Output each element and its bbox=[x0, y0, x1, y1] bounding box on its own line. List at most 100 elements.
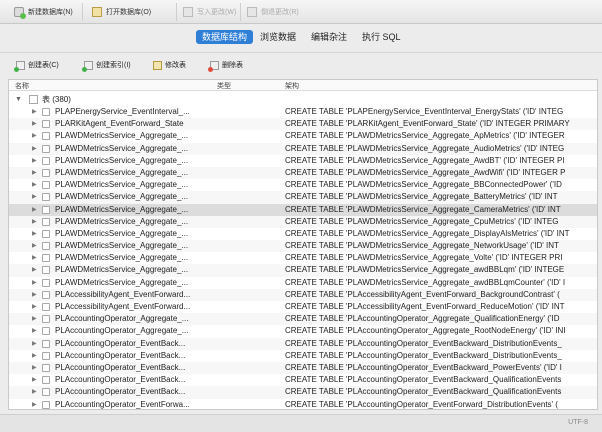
column-header-name[interactable]: 名称 bbox=[15, 81, 29, 91]
expand-triangle-icon[interactable]: ▶ bbox=[32, 240, 37, 252]
table-row[interactable]: ▶ PLAccessibilityAgent_EventForward... CRE… bbox=[9, 288, 597, 301]
tab-edit-pragmas[interactable]: 编辑杂注 bbox=[305, 30, 353, 44]
expand-triangle-icon[interactable]: ▶ bbox=[32, 204, 37, 216]
expand-triangle-icon[interactable]: ▶ bbox=[32, 130, 37, 142]
table-row[interactable]: ▶ PLAWDMetricsService_Aggregate_... CREATE… bbox=[9, 228, 597, 240]
table-row[interactable]: ▶ PLAccountingOperator_EventBack... CREATE… bbox=[9, 386, 597, 399]
table-row[interactable]: ▶ PLAccountingOperator_Aggregate_... CREAT… bbox=[9, 313, 597, 326]
checkbox-icon[interactable] bbox=[42, 290, 50, 299]
table-name: PLAWDMetricsService_Aggregate_... bbox=[55, 167, 189, 177]
checkbox-icon[interactable] bbox=[42, 339, 50, 348]
checkbox-icon[interactable] bbox=[42, 242, 50, 251]
expand-triangle-icon[interactable]: ▶ bbox=[32, 399, 37, 410]
table-row[interactable]: ▶ PLAWDMetricsService_Aggregate_... CREATE… bbox=[9, 203, 597, 216]
expand-triangle-icon[interactable]: ▶ bbox=[32, 252, 37, 264]
write-changes-button[interactable]: 写入更改(W) bbox=[183, 4, 236, 20]
table-schema: CREATE TABLE 'PLAWDMetricsService_Aggreg… bbox=[285, 192, 558, 202]
table-row[interactable]: ▶ PLAccountingOperator_EventBack... CREATE… bbox=[9, 361, 597, 375]
table-row[interactable]: ▶ PLAccountingOperator_EventForwa... CREAT… bbox=[9, 399, 597, 410]
checkbox-icon[interactable] bbox=[42, 217, 50, 226]
checkbox-icon[interactable] bbox=[42, 156, 50, 165]
expand-triangle-icon[interactable]: ▶ bbox=[32, 374, 37, 386]
expand-triangle-icon[interactable]: ▶ bbox=[32, 216, 37, 228]
checkbox-icon[interactable] bbox=[42, 376, 50, 385]
table-schema: CREATE TABLE 'PLAWDMetricsService_Aggreg… bbox=[285, 253, 563, 263]
expand-triangle-icon[interactable]: ▶ bbox=[32, 362, 37, 374]
expand-triangle-icon[interactable]: ▶ bbox=[32, 325, 37, 337]
expand-triangle-icon[interactable]: ▶ bbox=[32, 350, 37, 362]
checkbox-icon[interactable] bbox=[42, 168, 50, 177]
checkbox-icon[interactable] bbox=[42, 363, 50, 372]
new-database-button[interactable]: 新建数据库(N) bbox=[14, 4, 73, 20]
checkbox-icon[interactable] bbox=[42, 278, 50, 287]
table-row[interactable]: ▶ PLAWDMetricsService_Aggregate_... CREATE… bbox=[9, 130, 597, 142]
table-row[interactable]: ▶ PLAWDMetricsService_Aggregate_... CREATE… bbox=[9, 252, 597, 264]
table-schema: CREATE TABLE 'PLAWDMetricsService_Aggreg… bbox=[285, 180, 562, 190]
tab-execute-sql[interactable]: 执行 SQL bbox=[356, 30, 407, 44]
tab-database-structure[interactable]: 数据库结构 bbox=[196, 30, 254, 44]
expand-triangle-icon[interactable]: ▶ bbox=[32, 155, 37, 167]
modify-table-button[interactable]: 修改表 bbox=[153, 58, 186, 72]
tree-root-tables[interactable]: ▼ 表 (380) bbox=[9, 93, 597, 106]
table-row[interactable]: ▶ PLAccountingOperator_Aggregate_... CREAT… bbox=[9, 325, 597, 337]
column-header-schema[interactable]: 架构 bbox=[285, 81, 299, 91]
table-row[interactable]: ▶ PLAWDMetricsService_Aggregate_... CREATE… bbox=[9, 166, 597, 180]
expand-triangle-icon[interactable]: ▶ bbox=[32, 386, 37, 398]
schema-tree-panel[interactable]: 名称 类型 架构 ▼ 表 (380) ▶ PLAPEnergyService_Ev… bbox=[8, 79, 598, 410]
expand-triangle-icon[interactable]: ▶ bbox=[32, 118, 37, 130]
checkbox-icon[interactable] bbox=[42, 144, 50, 153]
create-table-button[interactable]: 创建表(C) bbox=[14, 58, 59, 72]
checkbox-icon[interactable] bbox=[42, 315, 50, 324]
checkbox-icon[interactable] bbox=[42, 132, 50, 141]
checkbox-icon[interactable] bbox=[42, 388, 50, 397]
table-row[interactable]: ▶ PLARKitAgent_EventForward_State CREATE T… bbox=[9, 118, 597, 131]
checkbox-icon[interactable] bbox=[42, 303, 50, 311]
table-row[interactable]: ▶ PLAWDMetricsService_Aggregate_... CREATE… bbox=[9, 179, 597, 191]
table-row[interactable]: ▶ PLAWDMetricsService_Aggregate_... CREATE… bbox=[9, 264, 597, 277]
expand-triangle-icon[interactable]: ▶ bbox=[32, 277, 37, 289]
table-row[interactable]: ▶ PLAWDMetricsService_Aggregate_... CREATE… bbox=[9, 240, 597, 253]
expand-triangle-icon[interactable]: ▶ bbox=[32, 228, 37, 240]
expand-triangle-icon[interactable]: ▶ bbox=[32, 264, 37, 276]
tree-root-label: 表 (380) bbox=[42, 95, 71, 104]
expand-triangle-icon[interactable]: ▶ bbox=[32, 289, 37, 301]
checkbox-icon[interactable] bbox=[42, 400, 50, 409]
checkbox-icon[interactable] bbox=[42, 181, 50, 190]
expand-triangle-icon[interactable]: ▶ bbox=[32, 179, 37, 191]
expand-triangle-icon[interactable]: ▶ bbox=[32, 338, 37, 350]
table-row[interactable]: ▶ PLAWDMetricsService_Aggregate_... CREATE… bbox=[9, 191, 597, 204]
expand-triangle-icon[interactable]: ▶ bbox=[32, 301, 37, 313]
table-schema: CREATE TABLE 'PLAccessibilityAgent_Event… bbox=[285, 302, 565, 311]
checkbox-icon[interactable] bbox=[42, 120, 50, 129]
table-row[interactable]: ▶ PLAWDMetricsService_Aggregate_... CREATE… bbox=[9, 277, 597, 289]
checkbox-icon[interactable] bbox=[42, 266, 50, 275]
checkbox-icon[interactable] bbox=[42, 193, 50, 202]
checkbox-icon[interactable] bbox=[42, 351, 50, 360]
expand-triangle-icon[interactable]: ▶ bbox=[32, 313, 37, 325]
table-row[interactable]: ▶ PLAWDMetricsService_Aggregate_... CREATE… bbox=[9, 155, 597, 167]
table-row[interactable]: ▶ PLAWDMetricsService_Aggregate_... CREATE… bbox=[9, 215, 597, 228]
expand-triangle-icon[interactable]: ▶ bbox=[32, 143, 37, 155]
expand-triangle-icon[interactable]: ▶ bbox=[32, 106, 37, 118]
delete-table-button[interactable]: 删除表 bbox=[208, 58, 243, 72]
checkbox-icon[interactable] bbox=[42, 205, 50, 214]
create-index-button[interactable]: 创建索引(I) bbox=[82, 58, 131, 72]
expand-triangle-icon[interactable]: ▶ bbox=[32, 191, 37, 203]
expand-triangle-icon[interactable]: ▶ bbox=[32, 167, 37, 179]
tab-browse-data[interactable]: 浏览数据 bbox=[254, 30, 302, 44]
checkbox-icon[interactable] bbox=[29, 95, 38, 104]
checkbox-icon[interactable] bbox=[42, 229, 50, 238]
table-row[interactable]: ▶ PLAPEnergyService_EventInterval_... CREA… bbox=[9, 106, 597, 118]
checkbox-icon[interactable] bbox=[42, 108, 50, 116]
column-header-type[interactable]: 类型 bbox=[217, 81, 231, 91]
expand-triangle-icon[interactable]: ▼ bbox=[15, 93, 22, 106]
revert-changes-button[interactable]: 倒退更改(R) bbox=[247, 4, 299, 20]
checkbox-icon[interactable] bbox=[42, 327, 50, 336]
table-row[interactable]: ▶ PLAccountingOperator_EventBack... CREATE… bbox=[9, 337, 597, 350]
table-row[interactable]: ▶ PLAccountingOperator_EventBack... CREATE… bbox=[9, 374, 597, 386]
checkbox-icon[interactable] bbox=[42, 254, 50, 263]
table-row[interactable]: ▶ PLAccountingOperator_EventBack... CREATE… bbox=[9, 350, 597, 362]
table-row[interactable]: ▶ PLAWDMetricsService_Aggregate_... CREATE… bbox=[9, 142, 597, 155]
table-row[interactable]: ▶ PLAccessibilityAgent_EventForward... CRE… bbox=[9, 301, 597, 313]
open-database-button[interactable]: 打开数据库(O) bbox=[92, 4, 151, 20]
